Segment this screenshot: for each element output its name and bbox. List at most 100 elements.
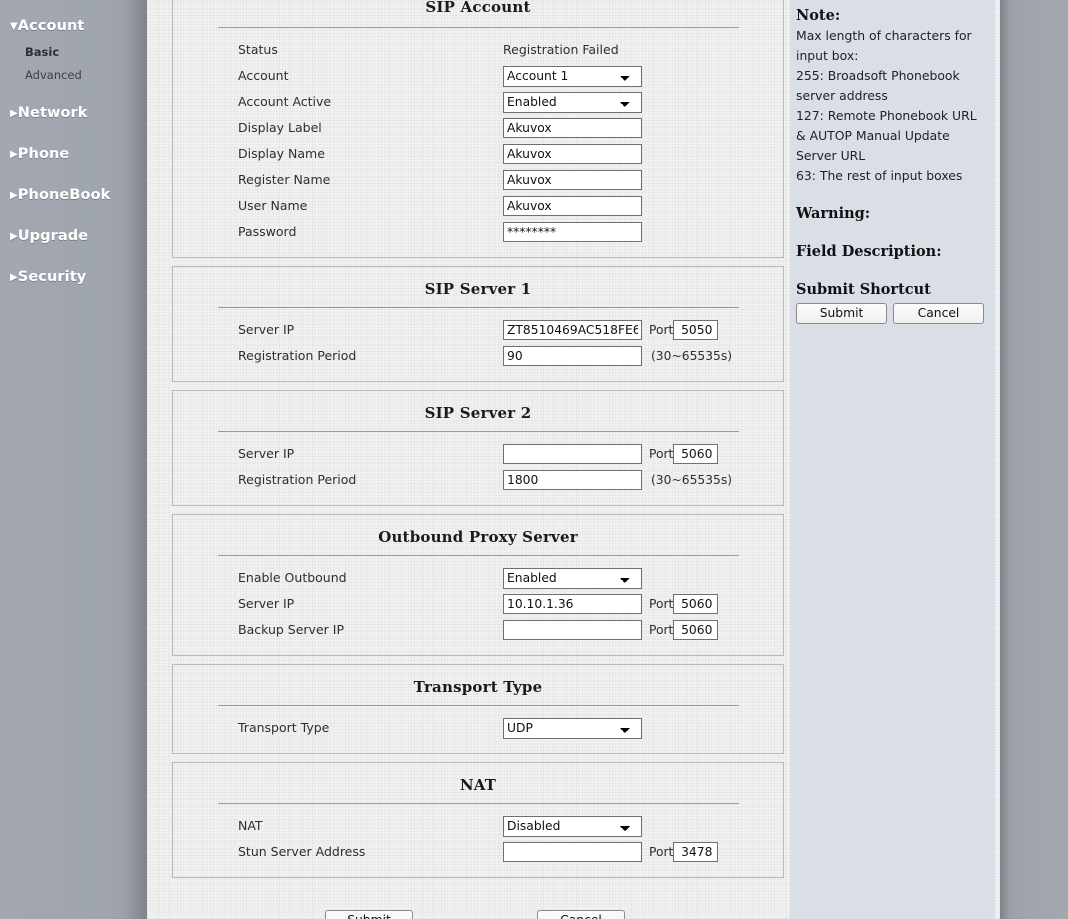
value-status: Registration Failed — [503, 42, 619, 57]
submit-button[interactable]: Submit — [325, 910, 413, 919]
panel-title-transport-type: Transport Type — [413, 678, 543, 696]
panel-title-nat: NAT — [459, 776, 497, 794]
label-nat: NAT — [238, 818, 263, 833]
note-panel-actions: Submit Cancel — [796, 303, 987, 324]
label-outbound-server-ip: Server IP — [238, 596, 295, 611]
label-display-label: Display Label — [238, 120, 322, 135]
label-password: Password — [238, 224, 297, 239]
row-transport-type: Transport Type UDP — [173, 715, 783, 741]
chevron-down-icon: ▼ — [10, 21, 18, 32]
chevron-right-icon: ▶ — [10, 272, 18, 283]
row-display-label: Display Label — [173, 115, 783, 141]
row-outbound-server-ip: Server IP Port — [173, 591, 783, 617]
label-account: Account — [238, 68, 289, 83]
account-select[interactable]: Account 1 — [503, 65, 642, 87]
display-name-input[interactable] — [503, 144, 642, 164]
note-line-1: 255: Broadsoft Phonebook server address — [796, 68, 960, 103]
panel-sip-server-2: SIP Server 2 Server IP Port Registration… — [172, 390, 784, 506]
row-account: Account Account 1 — [173, 63, 783, 89]
nat-select[interactable]: Disabled — [503, 815, 642, 837]
hint-reg-period-1: (30~65535s) — [651, 349, 733, 363]
sidebar-item-label-phonebook: PhoneBook — [17, 187, 111, 203]
note-panel: Note: Max length of characters for input… — [790, 0, 995, 919]
account-active-select[interactable]: Enabled — [503, 91, 642, 113]
row-display-name: Display Name — [173, 141, 783, 167]
label-transport-type: Transport Type — [238, 720, 330, 735]
label-outbound-port: Port — [649, 597, 674, 611]
sidebar-item-label-upgrade: Upgrade — [17, 228, 89, 244]
label-outbound-backup-ip: Backup Server IP — [238, 622, 344, 637]
sidebar-item-phone[interactable]: ▶Phone — [0, 140, 147, 169]
outbound-server-port-input[interactable] — [673, 594, 719, 614]
sidebar-item-basic[interactable]: Basic — [0, 41, 147, 64]
settings-form: SIP Account Status Registration Failed A… — [172, 0, 784, 919]
reg-period-1-input[interactable] — [503, 346, 642, 366]
sidebar-item-advanced[interactable]: Advanced — [0, 64, 147, 87]
sidebar-item-label-phone: Phone — [17, 146, 70, 162]
label-reg-period-2: Registration Period — [238, 472, 357, 487]
cancel-button[interactable]: Cancel — [537, 910, 625, 919]
reg-period-2-input[interactable] — [503, 470, 642, 490]
sidebar-item-label-account: Account — [17, 18, 85, 34]
label-user-name: User Name — [238, 198, 308, 213]
sidebar: ▼Account Basic Advanced ▶Network ▶Phone … — [0, 0, 147, 919]
password-input[interactable] — [503, 222, 642, 242]
row-register-name: Register Name — [173, 167, 783, 193]
sidebar-item-phonebook[interactable]: ▶PhoneBook — [0, 181, 147, 210]
server-ip-2-input[interactable] — [503, 444, 642, 464]
outbound-server-ip-input[interactable] — [503, 594, 642, 614]
row-reg-period-2: Registration Period (30~65535s) — [173, 467, 783, 493]
chevron-right-icon: ▶ — [10, 190, 18, 201]
panel-title-sip-server-1: SIP Server 1 — [424, 280, 532, 298]
submit-shortcut-heading: Submit Shortcut — [796, 281, 931, 298]
sidebar-item-account[interactable]: ▼Account — [0, 12, 147, 41]
row-nat: NAT Disabled — [173, 813, 783, 839]
note-heading: Note: — [796, 7, 841, 24]
panel-sip-account: SIP Account Status Registration Failed A… — [172, 0, 784, 258]
form-actions: Submit Cancel — [172, 910, 784, 919]
row-stun-server: Stun Server Address Port — [173, 839, 783, 865]
label-stun-port: Port — [649, 845, 674, 859]
row-password: Password — [173, 219, 783, 245]
sidebar-item-upgrade[interactable]: ▶Upgrade — [0, 222, 147, 251]
row-status: Status Registration Failed — [173, 37, 783, 63]
panel-title-outbound-proxy: Outbound Proxy Server — [378, 528, 578, 546]
label-server-ip-1: Server IP — [238, 322, 295, 337]
label-server-ip-2: Server IP — [238, 446, 295, 461]
chevron-right-icon: ▶ — [10, 231, 18, 242]
sidebar-item-security[interactable]: ▶Security — [0, 263, 147, 292]
stun-server-input[interactable] — [503, 842, 642, 862]
row-server-ip-2: Server IP Port — [173, 441, 783, 467]
outbound-backup-ip-input[interactable] — [503, 620, 642, 640]
label-register-name: Register Name — [238, 172, 331, 187]
label-port-1: Port — [649, 323, 674, 337]
note-submit-button[interactable]: Submit — [796, 303, 887, 324]
outbound-backup-port-input[interactable] — [673, 620, 719, 640]
panel-outbound-proxy: Outbound Proxy Server Enable Outbound En… — [172, 514, 784, 656]
note-line-3: 63: The rest of input boxes — [796, 168, 963, 183]
note-cancel-button[interactable]: Cancel — [893, 303, 984, 324]
stun-port-input[interactable] — [673, 842, 719, 862]
row-reg-period-1: Registration Period (30~65535s) — [173, 343, 783, 369]
server-port-2-input[interactable] — [673, 444, 719, 464]
right-gray-strip — [1000, 0, 1068, 919]
display-label-input[interactable] — [503, 118, 642, 138]
user-name-input[interactable] — [503, 196, 642, 216]
server-ip-1-input[interactable] — [503, 320, 642, 340]
enable-outbound-select[interactable]: Enabled — [503, 567, 642, 589]
row-enable-outbound: Enable Outbound Enabled — [173, 565, 783, 591]
sidebar-item-network[interactable]: ▶Network — [0, 99, 147, 128]
label-status: Status — [238, 42, 278, 57]
server-port-1-input[interactable] — [673, 320, 719, 340]
chevron-right-icon: ▶ — [10, 108, 18, 119]
label-outbound-backup-port: Port — [649, 623, 674, 637]
row-account-active: Account Active Enabled — [173, 89, 783, 115]
register-name-input[interactable] — [503, 170, 642, 190]
transport-type-select[interactable]: UDP — [503, 717, 642, 739]
panel-sip-server-1: SIP Server 1 Server IP Port Registration… — [172, 266, 784, 382]
warning-heading: Warning: — [796, 205, 871, 222]
label-enable-outbound: Enable Outbound — [238, 570, 347, 585]
field-description-heading: Field Description: — [796, 243, 942, 260]
label-port-2: Port — [649, 447, 674, 461]
